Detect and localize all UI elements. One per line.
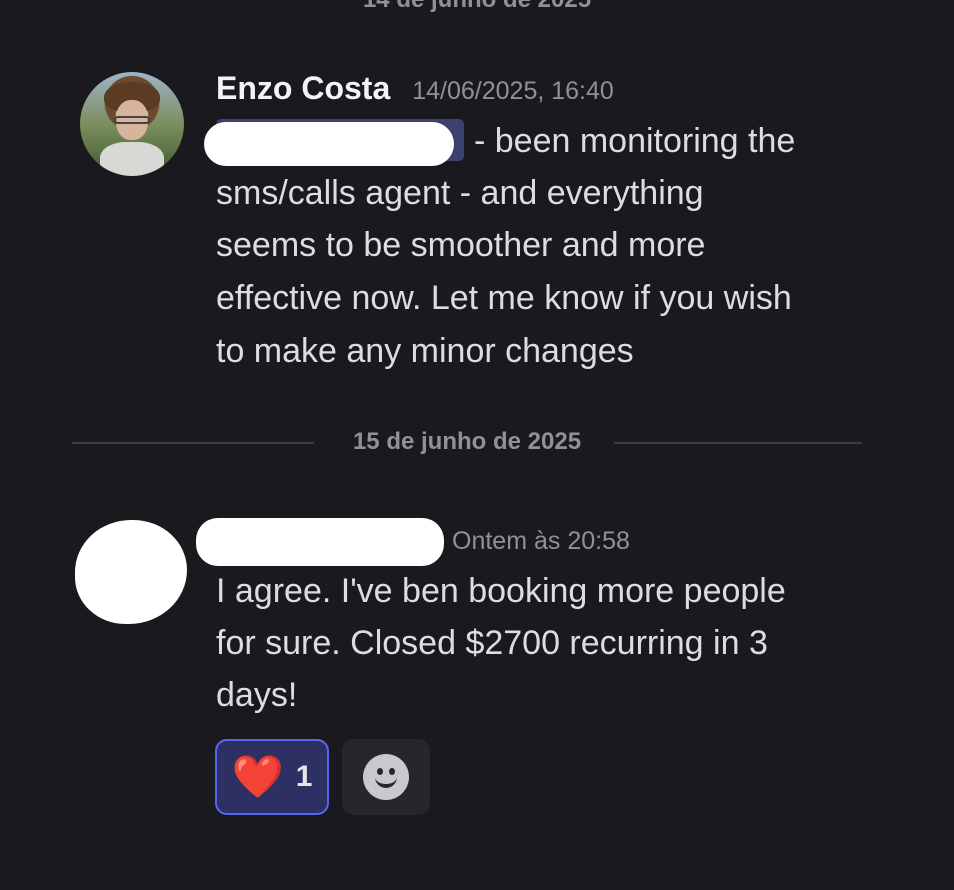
- message-text-line: - been monitoring the: [474, 122, 796, 160]
- message-text-line: seems to be smoother and more: [216, 226, 706, 264]
- message-header: Enzo Costa 14/06/2025, 16:40: [216, 70, 614, 107]
- author-name-redacted[interactable]: [196, 518, 444, 566]
- message-text-line: days!: [216, 676, 298, 714]
- redaction-mark: [204, 122, 454, 166]
- add-reaction-button[interactable]: [342, 739, 430, 815]
- message-timestamp: 14/06/2025, 16:40: [412, 77, 614, 105]
- message-timestamp: Ontem às 20:58: [452, 527, 630, 555]
- author-name[interactable]: Enzo Costa: [216, 70, 390, 107]
- heart-icon: ❤️: [231, 753, 284, 800]
- date-divider-top: 14 de junho de 2025: [0, 0, 954, 14]
- avatar-redacted[interactable]: [75, 520, 187, 624]
- message-text-line: sms/calls agent - and everything: [216, 174, 704, 212]
- reaction-count: 1: [295, 760, 313, 793]
- message-text-line: effective now. Let me know if you wish: [216, 279, 792, 317]
- message-text-line: I agree. I've ben booking more people: [216, 572, 786, 610]
- date-divider: 15 de junho de 2025: [72, 428, 862, 458]
- smiley-add-reaction-icon: [363, 754, 409, 800]
- message-text-line: for sure. Closed $2700 recurring in 3: [216, 624, 768, 662]
- avatar[interactable]: [80, 72, 184, 176]
- reaction-heart-button[interactable]: ❤️ 1: [215, 739, 329, 815]
- message-text-line: to make any minor changes: [216, 332, 634, 370]
